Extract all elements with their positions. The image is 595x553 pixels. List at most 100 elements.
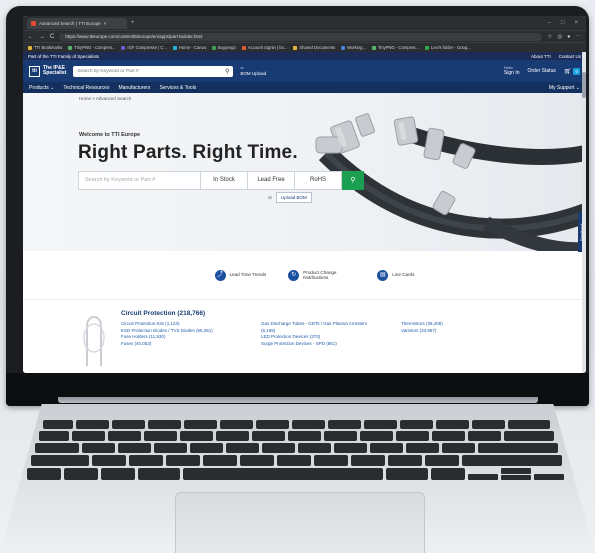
sign-in-link[interactable]: Hello Sign In bbox=[504, 66, 520, 76]
scrollbar[interactable] bbox=[582, 52, 586, 373]
tab-bar: Advanced Search | TTI Europe × + – □ × bbox=[23, 16, 586, 30]
bookmark-icon bbox=[241, 45, 246, 50]
bookmark[interactable]: TinyPNG - Compres... bbox=[68, 45, 115, 50]
browser-window: Advanced Search | TTI Europe × + – □ × ←… bbox=[23, 16, 586, 373]
bookmark[interactable]: IGF Compresse | C... bbox=[121, 45, 167, 50]
bookmark[interactable]: TTI Bookmarks bbox=[28, 45, 62, 50]
about-link[interactable]: About TTI bbox=[531, 54, 551, 59]
refresh-icon: ↻ bbox=[288, 269, 300, 281]
header-search-input[interactable] bbox=[77, 68, 225, 74]
upload-bom-button[interactable]: Upload BOM bbox=[276, 192, 312, 203]
in-stock-filter[interactable]: In Stock bbox=[201, 171, 248, 190]
bookmark[interactable]: Shared Documents bbox=[293, 45, 335, 50]
contact-link[interactable]: Contact Us bbox=[559, 54, 581, 59]
logo-line2: Specialist bbox=[43, 70, 67, 76]
order-status-link[interactable]: Order Status bbox=[528, 68, 556, 74]
my-support-menu[interactable]: My Support ⌄ bbox=[549, 85, 580, 91]
address-bar-row: ← → C https://www.ttieurope.com/content/… bbox=[23, 30, 586, 42]
site-favicon-icon bbox=[31, 20, 36, 26]
hero-search-button[interactable]: ⚲ bbox=[342, 171, 364, 190]
site-logo[interactable]: tti The IP&E Specialist bbox=[29, 65, 67, 77]
drive-icon bbox=[425, 45, 430, 50]
nav-manufacturers[interactable]: Manufacturers bbox=[118, 85, 150, 91]
nav-services-tools[interactable]: Services & Tools bbox=[159, 85, 196, 91]
category-link[interactable]: Fuses (40,053) bbox=[121, 341, 213, 346]
url-field[interactable]: https://www.ttieurope.com/content/ttieur… bbox=[59, 32, 543, 41]
trackpad bbox=[175, 492, 425, 553]
pcn-link[interactable]: ↻ Product Change Notifications bbox=[288, 269, 355, 281]
category-link[interactable]: Gas Discharge Tubes - GDTs / Gas Plasma … bbox=[261, 321, 367, 326]
breadcrumb: Home > Advanced Search bbox=[79, 96, 132, 101]
bookmark-icon bbox=[121, 45, 126, 50]
cart-count: 0 bbox=[573, 67, 580, 75]
category-link[interactable]: Fuse Holders (11,930) bbox=[121, 334, 213, 339]
quick-links: ⤴ Lead Time Trends ↻ Product Change Noti… bbox=[23, 251, 586, 299]
bookmark-icon bbox=[371, 45, 376, 50]
category-link[interactable]: Circuit Protection Kits (1,123) bbox=[121, 321, 213, 326]
new-tab-button[interactable]: + bbox=[131, 20, 135, 26]
search-icon: ⚲ bbox=[350, 177, 356, 184]
folder-icon bbox=[293, 45, 298, 50]
bookmark[interactable]: Home - Canva bbox=[172, 45, 206, 50]
site-header: tti The IP&E Specialist ⚲ or BOM Upload … bbox=[23, 60, 586, 82]
bookmark-icon bbox=[341, 45, 346, 50]
hero-search-input[interactable]: Search by Keyword or Part # bbox=[78, 171, 201, 190]
minimize-icon[interactable]: – bbox=[548, 20, 551, 26]
bookmark[interactable]: Buyprego bbox=[211, 45, 236, 50]
bookmark-icon bbox=[68, 45, 73, 50]
bookmark[interactable]: TinyPNG - Compres... bbox=[371, 45, 419, 50]
category-column-3: Thermistors (38,408) Varistors (33,967) bbox=[401, 321, 443, 333]
category-link[interactable]: LED Protection Devices (370) bbox=[261, 334, 367, 339]
window-controls: – □ × bbox=[548, 20, 586, 26]
lead-time-trends-link[interactable]: ⤴ Lead Time Trends bbox=[214, 269, 266, 281]
cart-button[interactable]: 🛒︎ 0 bbox=[563, 67, 580, 75]
nav-technical-resources[interactable]: Technical Resources bbox=[63, 85, 109, 91]
browser-tab[interactable]: Advanced Search | TTI Europe × bbox=[27, 17, 127, 29]
lead-free-filter[interactable]: Lead Free bbox=[248, 171, 295, 190]
nav-products[interactable]: Products ⌄ bbox=[29, 85, 54, 91]
rohs-filter[interactable]: RoHS bbox=[295, 171, 342, 190]
bookmark-icon bbox=[172, 45, 177, 50]
category-link[interactable]: Surge Protection Devices - SPD (861) bbox=[261, 341, 367, 346]
cart-icon: 🛒︎ bbox=[563, 68, 572, 75]
bookmark[interactable]: Working... bbox=[341, 45, 366, 50]
category-link[interactable]: Thermistors (38,408) bbox=[401, 321, 443, 326]
category-link[interactable]: ESD Protection Diodes / TVS Diodes (65,3… bbox=[121, 328, 213, 333]
upload-bom-row: or Upload BOM bbox=[268, 192, 312, 203]
back-icon[interactable]: ← bbox=[28, 34, 34, 40]
keyboard bbox=[27, 420, 564, 480]
document-icon: ▤ bbox=[377, 269, 389, 281]
hero-search-form: Search by Keyword or Part # In Stock Lea… bbox=[78, 171, 364, 190]
profile-icon[interactable]: ● bbox=[567, 34, 570, 40]
extensions-icon[interactable]: ◎ bbox=[557, 34, 562, 40]
search-icon[interactable]: ⚲ bbox=[225, 68, 229, 75]
reload-icon[interactable]: C bbox=[50, 34, 54, 40]
menu-icon[interactable]: ⋯ bbox=[576, 34, 582, 40]
family-text: Part of the TTI Family of Specialists bbox=[28, 53, 99, 59]
logo-mark: tti bbox=[29, 65, 40, 77]
hero-section: Home > Advanced Search Welcome to TTI Eu… bbox=[23, 93, 586, 251]
close-window-icon[interactable]: × bbox=[574, 20, 578, 26]
bom-upload-link[interactable]: or BOM Upload bbox=[240, 66, 266, 77]
maximize-icon[interactable]: □ bbox=[561, 20, 565, 26]
star-icon[interactable]: ☆ bbox=[547, 34, 552, 40]
category-link[interactable]: Varistors (33,967) bbox=[401, 328, 443, 333]
category-section: Circuit Protection (218,766) Circuit Pro… bbox=[23, 299, 586, 373]
scrollbar-thumb[interactable] bbox=[582, 72, 586, 98]
close-tab-icon[interactable]: × bbox=[104, 21, 107, 26]
folder-icon bbox=[28, 45, 32, 50]
family-strip: Part of the TTI Family of Specialists Ab… bbox=[23, 52, 586, 60]
category-title[interactable]: Circuit Protection (218,766) bbox=[121, 310, 205, 317]
category-column-1: Circuit Protection Kits (1,123) ESD Prot… bbox=[121, 321, 213, 346]
bookmark[interactable]: Lexi's folder - Goog... bbox=[425, 45, 471, 50]
tab-title: Advanced Search | TTI Europe bbox=[39, 20, 101, 26]
laptop-lid: Advanced Search | TTI Europe × + – □ × ←… bbox=[6, 6, 589, 406]
line-cards-link[interactable]: ▤ Line Cards bbox=[377, 269, 415, 281]
bookmark-icon bbox=[211, 45, 216, 50]
category-link[interactable]: (6,189) bbox=[261, 328, 367, 333]
circuit-protection-image bbox=[83, 316, 105, 366]
bookmark[interactable]: Account Signin | bo... bbox=[241, 45, 287, 50]
chart-icon: ⤴ bbox=[214, 269, 226, 281]
forward-icon[interactable]: → bbox=[39, 34, 45, 40]
laptop-hinge bbox=[58, 397, 538, 403]
